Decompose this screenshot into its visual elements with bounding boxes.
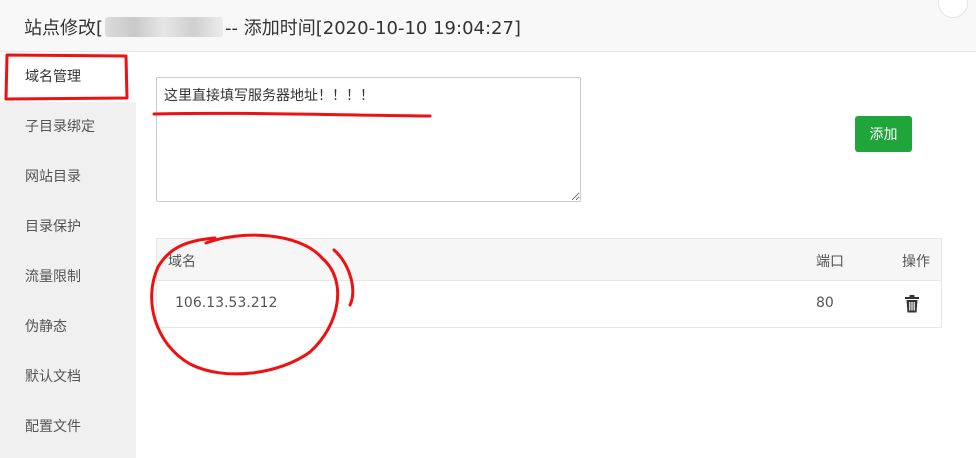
sidebar-item-config-file[interactable]: 配置文件 [0, 402, 136, 452]
port-cell: 80 [816, 295, 834, 311]
sidebar-item-directory-protection[interactable]: 目录保护 [0, 202, 136, 252]
trash-icon[interactable] [904, 295, 920, 313]
sidebar-item-label: 流量限制 [25, 269, 81, 285]
sidebar-item-domain-management[interactable]: 域名管理 [0, 52, 136, 102]
sidebar: 域名管理 子目录绑定 网站目录 目录保护 流量限制 伪静态 默认文档 配置文件 [0, 52, 136, 458]
sidebar-item-traffic-limit[interactable]: 流量限制 [0, 252, 136, 302]
sidebar-item-label: 默认文档 [25, 369, 81, 385]
sidebar-item-label: 网站目录 [25, 169, 81, 185]
domain-table-header: 域名 端口 操作 [157, 239, 941, 281]
sidebar-item-label: 伪静态 [25, 319, 67, 335]
sidebar-item-default-document[interactable]: 默认文档 [0, 352, 136, 402]
dialog-titlebar: 站点修改[ -- 添加时间[2020-10-10 19:04:27] [0, 0, 976, 52]
sidebar-item-rewrite[interactable]: 伪静态 [0, 302, 136, 352]
column-header-domain: 域名 [168, 254, 196, 270]
redacted-site-name [105, 17, 224, 37]
column-header-port: 端口 [816, 254, 844, 270]
sidebar-item-label: 配置文件 [25, 419, 81, 435]
dialog-title-prefix: 站点修改[ [24, 18, 104, 39]
add-domain-button[interactable]: 添加 [855, 116, 912, 152]
sidebar-item-label: 目录保护 [25, 219, 81, 235]
close-button[interactable] [938, 0, 968, 18]
red-annotation-marks [4, 53, 432, 376]
dialog-title-suffix: -- 添加时间[2020-10-10 19:04:27] [225, 18, 521, 39]
sidebar-item-subdirectory-binding[interactable]: 子目录绑定 [0, 102, 136, 152]
domain-cell: 106.13.53.212 [175, 295, 278, 311]
sidebar-item-label: 域名管理 [25, 69, 81, 85]
sidebar-item-label: 子目录绑定 [25, 119, 95, 135]
domain-table: 域名 端口 操作 106.13.53.212 80 [156, 238, 942, 328]
dialog-title: 站点修改[ -- 添加时间[2020-10-10 19:04:27] [24, 14, 521, 40]
sidebar-item-site-directory[interactable]: 网站目录 [0, 152, 136, 202]
domain-input[interactable]: 这里直接填写服务器地址！！！！ [156, 77, 581, 202]
column-header-actions: 操作 [902, 254, 930, 270]
